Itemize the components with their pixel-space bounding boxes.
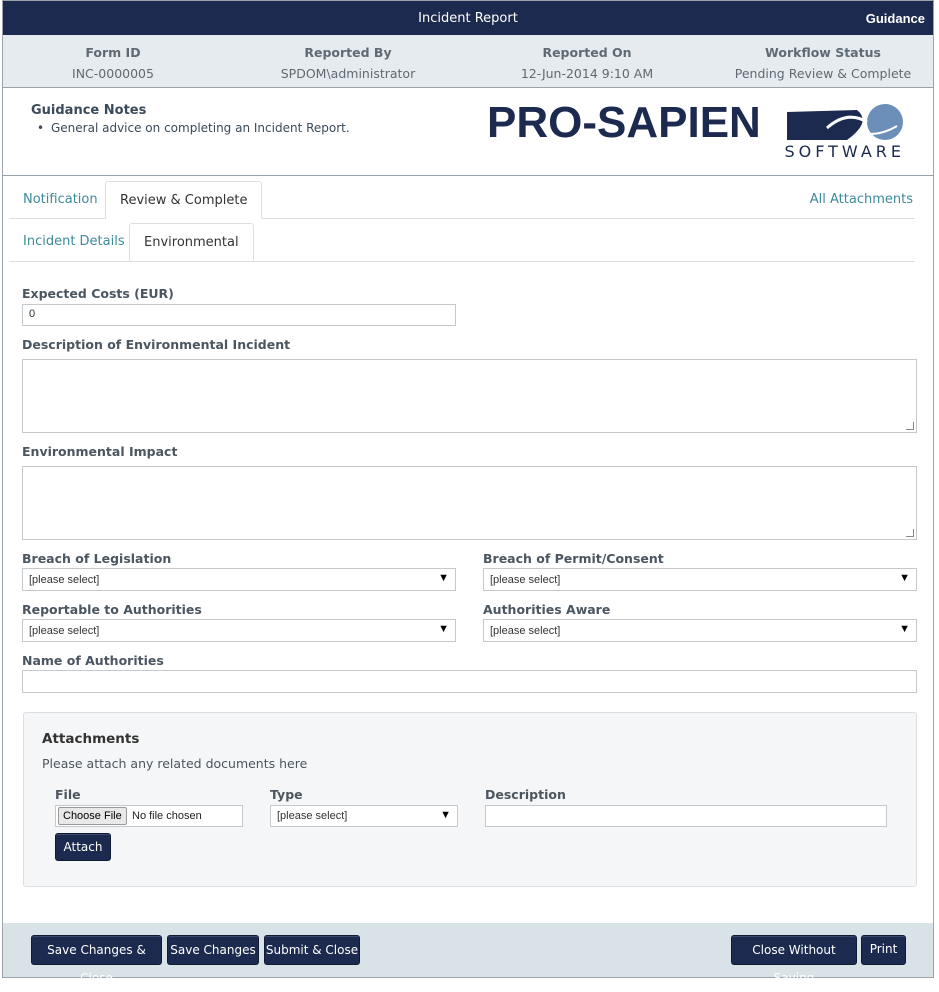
select-value: [please select] <box>29 574 100 586</box>
authorities-aware-label: Authorities Aware <box>483 602 611 617</box>
select-value: [please select] <box>277 810 348 822</box>
title-bar: Incident Report Guidance <box>3 1 933 35</box>
print-button[interactable]: Print <box>861 935 906 965</box>
guidance-title: Guidance Notes <box>31 103 147 118</box>
attachments-title: Attachments <box>42 731 140 747</box>
expected-costs-label: Expected Costs (EUR) <box>22 286 174 301</box>
chevron-down-icon: ▼ <box>438 572 449 584</box>
summary-value: SPDOM\administrator <box>280 66 416 81</box>
logo-subtitle: SOFTWARE <box>784 142 905 161</box>
tab-incident-details[interactable]: Incident Details <box>9 223 139 260</box>
description-field-label: Description <box>485 787 566 802</box>
authorities-aware-select[interactable]: [please select] ▼ <box>483 619 917 642</box>
tab-notification[interactable]: Notification <box>9 181 112 218</box>
summary-label: Reported By <box>304 45 392 60</box>
file-picker[interactable]: Choose File No file chosen <box>55 805 243 827</box>
all-attachments-link[interactable]: All Attachments <box>810 192 913 207</box>
description-label: Description of Environmental Incident <box>22 337 291 352</box>
logo-wordmark: PRO-SAPIEN <box>487 98 761 147</box>
footer-toolbar: Save Changes & Close Save Changes Submit… <box>3 923 933 985</box>
file-label: File <box>55 787 81 802</box>
resize-grip-icon[interactable] <box>906 529 914 537</box>
close-without-saving-button[interactable]: Close Without Saving <box>731 935 857 985</box>
guidance-link[interactable]: Guidance <box>866 11 925 26</box>
summary-reported-by: Reported By SPDOM\administrator <box>263 45 433 81</box>
chevron-down-icon: ▼ <box>899 572 910 584</box>
tab-environmental[interactable]: Environmental <box>129 223 254 261</box>
chevron-down-icon: ▼ <box>438 623 449 635</box>
impact-label: Environmental Impact <box>22 444 178 459</box>
save-button[interactable]: Save Changes <box>167 935 259 965</box>
attachment-description-input[interactable] <box>485 805 887 827</box>
summary-reported-on: Reported On 12-Jun-2014 9:10 AM <box>507 45 667 81</box>
resize-grip-icon[interactable] <box>906 422 914 430</box>
summary-label: Reported On <box>542 45 632 60</box>
impact-textarea[interactable] <box>22 466 917 540</box>
tab-review-complete[interactable]: Review & Complete <box>105 181 263 219</box>
attachments-panel: Attachments Please attach any related do… <box>23 712 917 887</box>
summary-value: INC-0000005 <box>72 66 154 81</box>
form-summary: Form ID INC-0000005 Reported By SPDOM\ad… <box>3 35 933 88</box>
reportable-select[interactable]: [please select] ▼ <box>22 619 456 642</box>
description-textarea[interactable] <box>22 359 917 433</box>
chevron-down-icon: ▼ <box>899 623 910 635</box>
breach-legislation-select[interactable]: [please select] ▼ <box>22 568 456 591</box>
select-value: [please select] <box>29 625 100 637</box>
summary-workflow-status: Workflow Status Pending Review & Complet… <box>728 45 918 81</box>
chevron-down-icon: ▼ <box>440 809 451 821</box>
reportable-label: Reportable to Authorities <box>22 602 202 617</box>
expected-costs-input[interactable]: 0 <box>22 304 456 326</box>
summary-label: Form ID <box>85 45 141 60</box>
select-value: [please select] <box>490 625 561 637</box>
summary-form-id: Form ID INC-0000005 <box>63 45 163 81</box>
summary-value: 12-Jun-2014 9:10 AM <box>520 66 654 81</box>
breach-permit-select[interactable]: [please select] ▼ <box>483 568 917 591</box>
submit-close-button[interactable]: Submit & Close <box>264 935 360 965</box>
window-title: Incident Report <box>418 11 518 26</box>
sub-tabs: Incident Details Environmental <box>9 223 915 262</box>
summary-value: Pending Review & Complete <box>734 66 912 81</box>
save-close-button[interactable]: Save Changes & Close <box>31 935 162 985</box>
attach-button[interactable]: Attach <box>55 833 111 861</box>
logo-mark-icon <box>787 104 903 140</box>
breach-permit-label: Breach of Permit/Consent <box>483 551 664 566</box>
attachment-type-select[interactable]: [please select] ▼ <box>270 805 458 827</box>
attachments-description: Please attach any related documents here <box>42 756 308 771</box>
company-logo: PRO-SAPIEN SOFTWARE <box>487 98 907 164</box>
incident-report-window: Incident Report Guidance Form ID INC-000… <box>2 0 934 985</box>
select-value: [please select] <box>490 574 561 586</box>
summary-label: Workflow Status <box>765 45 881 60</box>
authority-names-input[interactable] <box>22 670 917 693</box>
type-label: Type <box>270 787 303 802</box>
no-file-text: No file chosen <box>132 810 202 822</box>
breach-legislation-label: Breach of Legislation <box>22 551 172 566</box>
guidance-panel: Guidance Notes General advice on complet… <box>3 88 933 176</box>
main-tabs: Notification Review & Complete <box>9 181 915 219</box>
choose-file-button[interactable]: Choose File <box>58 807 127 825</box>
guidance-item: General advice on completing an Incident… <box>37 121 350 135</box>
authority-names-label: Name of Authorities <box>22 653 164 668</box>
